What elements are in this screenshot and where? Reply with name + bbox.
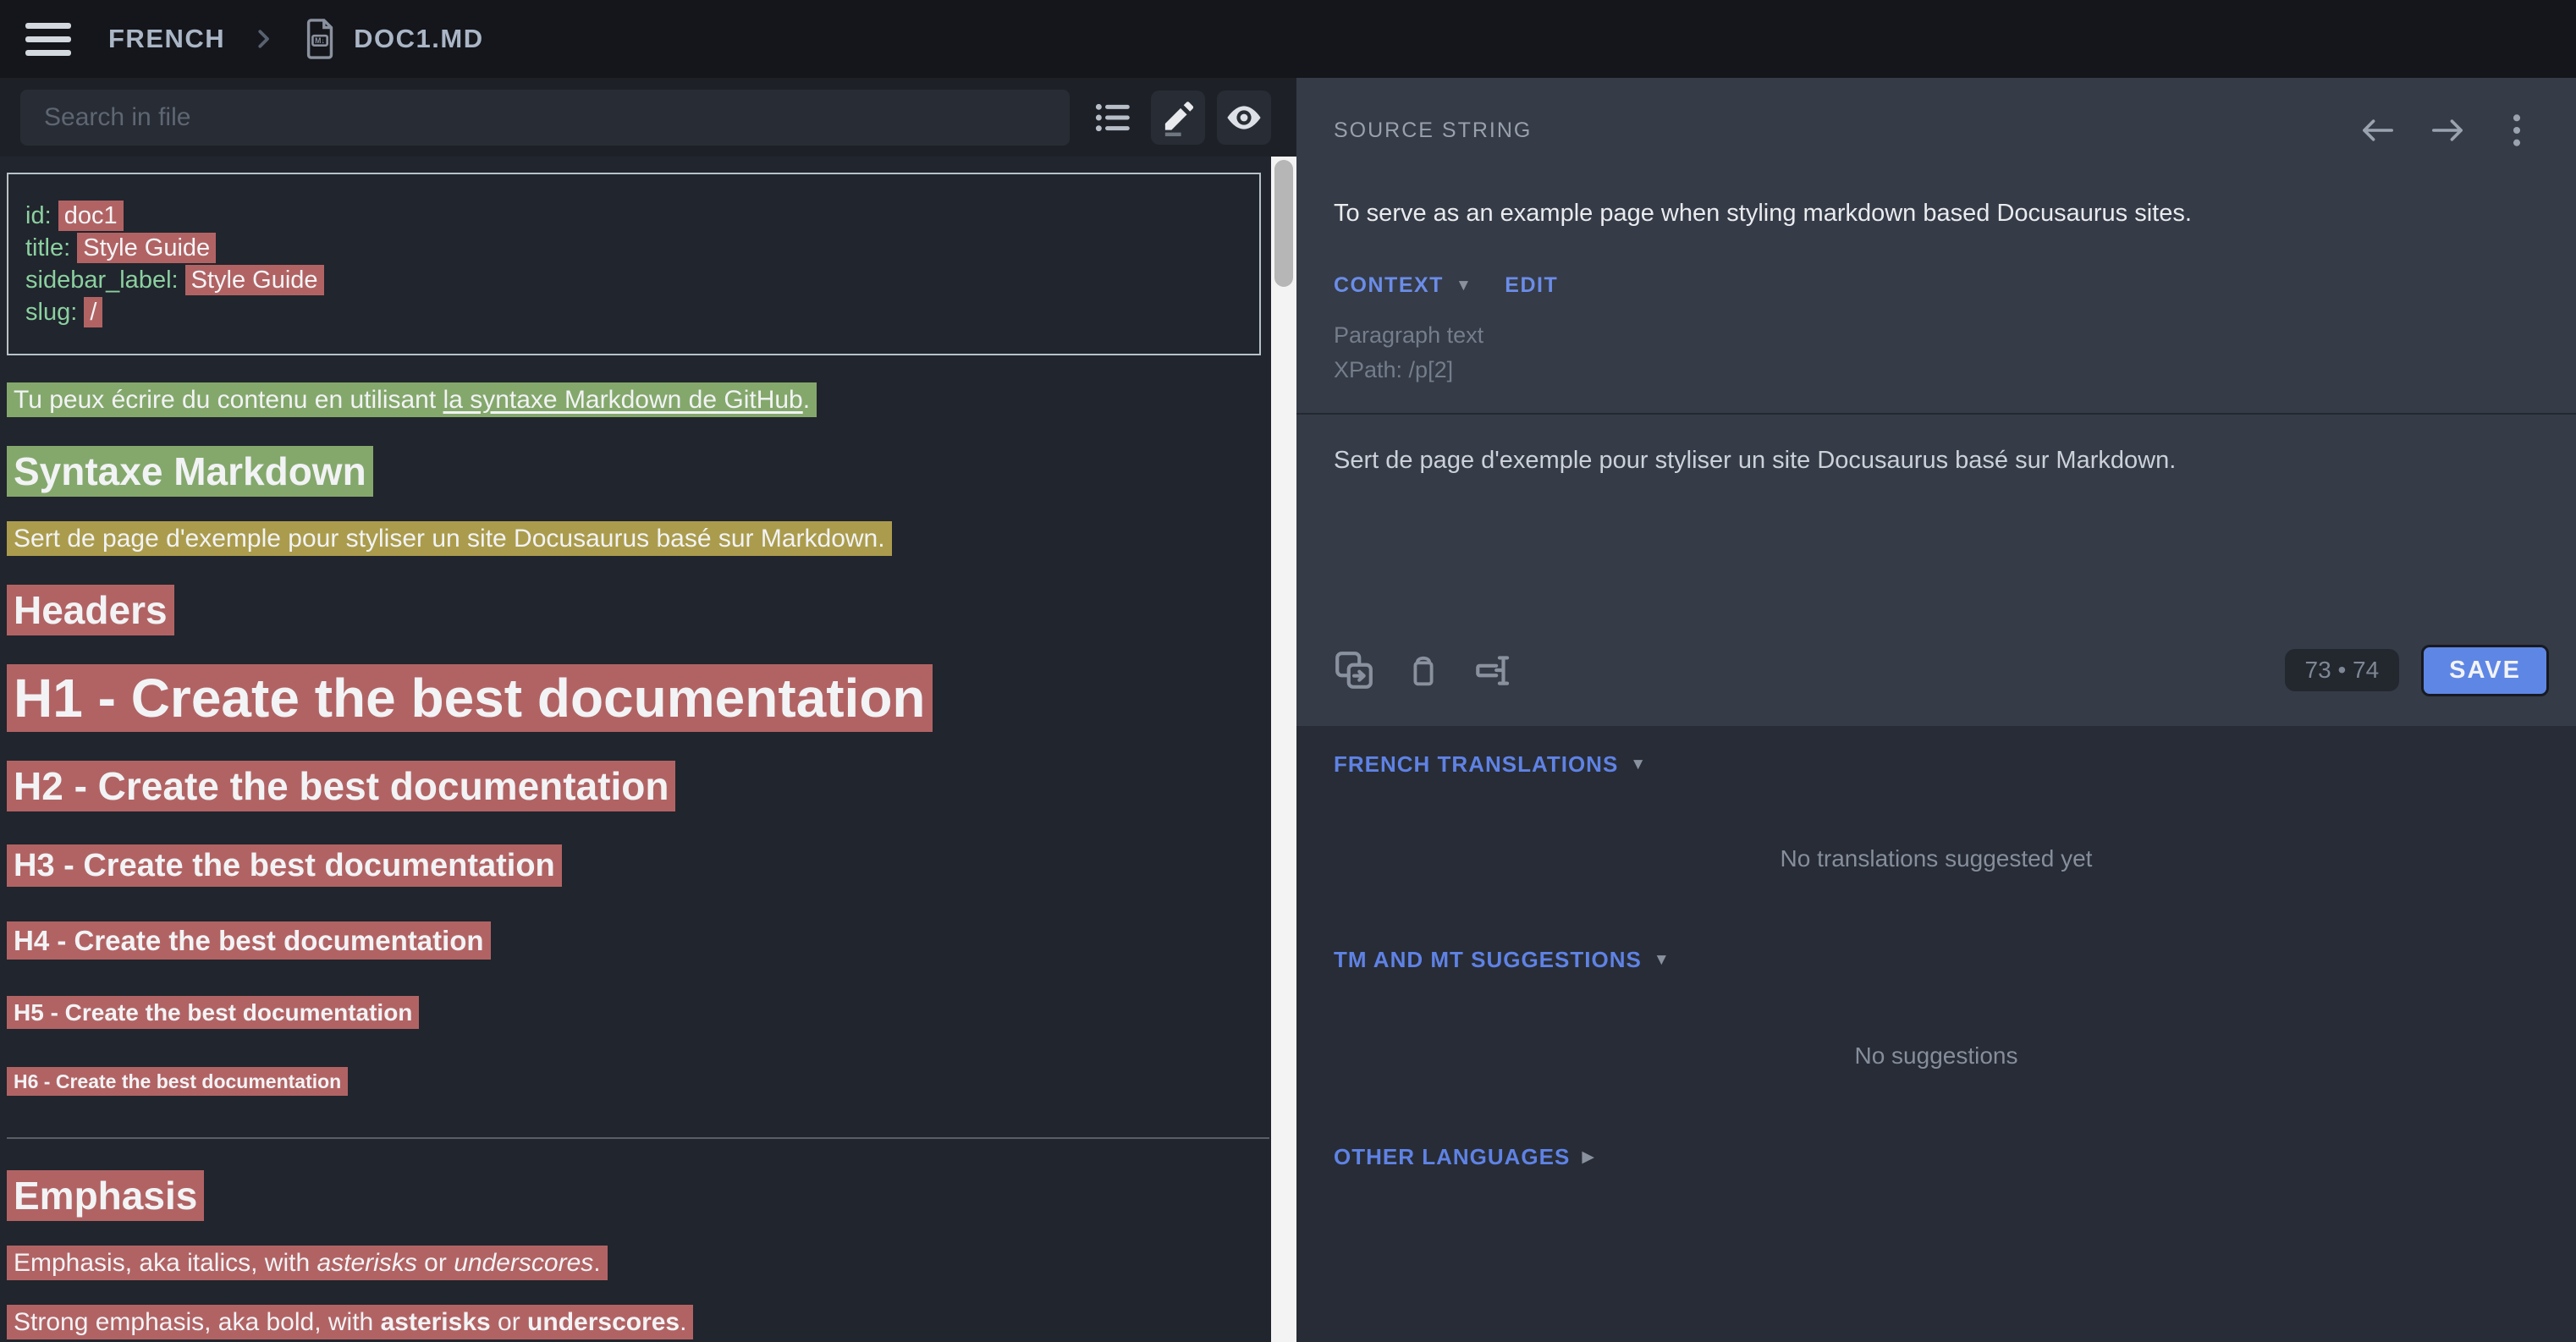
string-h5[interactable]: H5 - Create the best documentation: [7, 999, 1286, 1026]
kebab-menu-icon: [2502, 112, 2531, 149]
frontmatter-line[interactable]: title: Style Guide: [25, 232, 1242, 264]
translation-text: Sert de page d'exemple pour styliser un …: [1334, 447, 2539, 475]
string-h2-syntaxe[interactable]: Syntaxe Markdown: [7, 448, 1286, 494]
text-cursor-icon: [1472, 649, 1514, 691]
string-strong[interactable]: Strong emphasis, aka bold, with asterisk…: [7, 1308, 1286, 1337]
preview-mode-button[interactable]: [1217, 91, 1271, 145]
github-markdown-link[interactable]: la syntaxe Markdown de GitHub: [443, 386, 803, 414]
string-list-button[interactable]: [1088, 92, 1139, 143]
menu-icon[interactable]: [25, 23, 71, 56]
string-intro[interactable]: Tu peux écrire du contenu en utilisant l…: [7, 386, 1286, 415]
string-h3[interactable]: H3 - Create the best documentation: [7, 848, 1286, 884]
string-current-selected[interactable]: Sert de page d'exemple pour styliser un …: [7, 525, 1286, 553]
source-text: To serve as an example page when styling…: [1334, 200, 2539, 228]
edit-context-button[interactable]: EDIT: [1505, 273, 1558, 298]
translation-toolbar: 73 • 74 SAVE: [1296, 614, 2576, 726]
eye-icon: [1224, 97, 1264, 138]
translation-input[interactable]: Sert de page d'exemple pour styliser un …: [1296, 415, 2576, 614]
horizontal-rule: [7, 1137, 1269, 1139]
breadcrumb-file[interactable]: DOC1.MD: [354, 24, 483, 54]
copy-source-icon: [1333, 649, 1375, 691]
app-root: FRENCH M↓ DOC1.MD: [0, 0, 2576, 1342]
document-scrollbar[interactable]: [1271, 157, 1296, 1342]
arrow-left-icon: [2359, 115, 2397, 146]
previous-string-button[interactable]: [2356, 108, 2400, 152]
source-string-label: SOURCE STRING: [1334, 118, 1532, 143]
french-translations-toggle[interactable]: FRENCH TRANSLATIONS ▼: [1334, 751, 1647, 778]
pencil-icon: [1159, 98, 1197, 137]
suggestions-section: FRENCH TRANSLATIONS ▼ No translations su…: [1296, 726, 2576, 1342]
search-input[interactable]: [20, 90, 1070, 146]
file-panel: id: doc1 title: Style Guide sidebar_labe…: [0, 78, 1296, 1342]
trash-icon: [1404, 651, 1443, 690]
char-counter: 73 • 74: [2285, 649, 2400, 691]
tm-empty-state: No suggestions: [1334, 1042, 2539, 1070]
caret-down-icon: ▼: [1630, 756, 1647, 774]
clear-translation-button[interactable]: [1398, 645, 1449, 696]
source-string-card: SOURCE STRING To serve as an example: [1296, 78, 2576, 415]
breadcrumb: FRENCH M↓ DOC1.MD: [108, 15, 484, 63]
string-h4[interactable]: H4 - Create the best documentation: [7, 925, 1286, 957]
context-xpath: XPath: /p[2]: [1334, 353, 2539, 388]
copy-source-button[interactable]: [1329, 645, 1379, 696]
edit-mode-button[interactable]: [1151, 91, 1205, 145]
next-string-button[interactable]: [2425, 108, 2469, 152]
string-emphasis[interactable]: Emphasis, aka italics, with asterisks or…: [7, 1249, 1286, 1278]
main-area: id: doc1 title: Style Guide sidebar_labe…: [0, 78, 2576, 1342]
string-h2-headers[interactable]: Headers: [7, 587, 1286, 633]
frontmatter-line[interactable]: id: doc1: [25, 200, 1242, 232]
scrollbar-thumb[interactable]: [1274, 160, 1293, 287]
list-icon: [1094, 98, 1133, 137]
document-preview: id: doc1 title: Style Guide sidebar_labe…: [0, 157, 1296, 1342]
translations-empty-state: No translations suggested yet: [1334, 845, 2539, 872]
frontmatter-block: id: doc1 title: Style Guide sidebar_labe…: [7, 173, 1261, 355]
chevron-right-icon: [250, 26, 276, 52]
more-options-button[interactable]: [2495, 108, 2539, 152]
file-toolbar: [0, 78, 1296, 157]
translation-panel: SOURCE STRING To serve as an example: [1296, 78, 2576, 1342]
frontmatter-line[interactable]: sidebar_label: Style Guide: [25, 264, 1242, 296]
context-toggle[interactable]: CONTEXT ▼: [1334, 273, 1472, 298]
tm-mt-suggestions-toggle[interactable]: TM AND MT SUGGESTIONS ▼: [1334, 947, 1671, 973]
select-text-button[interactable]: [1467, 645, 1518, 696]
topbar: FRENCH M↓ DOC1.MD: [0, 0, 2576, 78]
string-h2-emphasis[interactable]: Emphasis: [7, 1173, 1286, 1218]
context-type: Paragraph text: [1334, 318, 2539, 353]
caret-down-icon: ▼: [1456, 277, 1472, 295]
string-h1[interactable]: H1 - Create the best documentation: [7, 667, 1286, 729]
string-h6[interactable]: H6 - Create the best documentation: [7, 1070, 1286, 1093]
breadcrumb-project[interactable]: FRENCH: [108, 24, 225, 54]
other-languages-toggle[interactable]: OTHER LANGUAGES ▶: [1334, 1144, 1595, 1170]
markdown-file-icon: M↓: [301, 15, 340, 63]
svg-text:M↓: M↓: [315, 36, 325, 45]
frontmatter-line[interactable]: slug: /: [25, 296, 1242, 328]
caret-down-icon: ▼: [1654, 951, 1671, 970]
caret-right-icon: ▶: [1582, 1147, 1595, 1167]
arrow-right-icon: [2429, 115, 2466, 146]
save-button[interactable]: SAVE: [2421, 645, 2549, 696]
string-h2[interactable]: H2 - Create the best documentation: [7, 763, 1286, 809]
